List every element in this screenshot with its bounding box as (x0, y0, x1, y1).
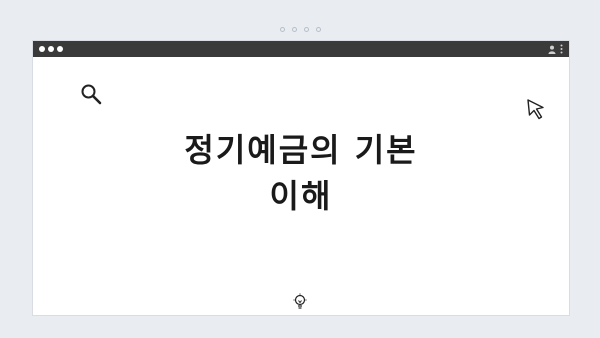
cursor-pointer-icon (527, 99, 544, 120)
page-background: 정기예금의 기본 이해 (0, 0, 600, 338)
lightbulb-icon (293, 293, 307, 309)
window-controls (39, 46, 63, 52)
title-line-1: 정기예금의 기본 (184, 131, 418, 169)
pagination-dot (315, 27, 321, 32)
titlebar-right-controls (548, 44, 563, 54)
window-content: 정기예금의 기본 이해 (33, 57, 569, 315)
user-icon[interactable] (548, 45, 556, 54)
window-titlebar (33, 41, 569, 57)
pagination-dot (279, 27, 285, 32)
pagination-dot (291, 27, 297, 32)
maximize-dot[interactable] (57, 46, 63, 52)
top-pagination-dots (0, 27, 600, 32)
menu-dots-icon[interactable] (560, 44, 563, 54)
search-icon[interactable] (80, 83, 102, 105)
page-title: 정기예금의 기본 이해 (33, 127, 569, 219)
title-line-2: 이해 (269, 177, 333, 215)
pagination-dot (303, 27, 309, 32)
minimize-dot[interactable] (48, 46, 54, 52)
close-dot[interactable] (39, 46, 45, 52)
browser-window: 정기예금의 기본 이해 (33, 41, 569, 315)
